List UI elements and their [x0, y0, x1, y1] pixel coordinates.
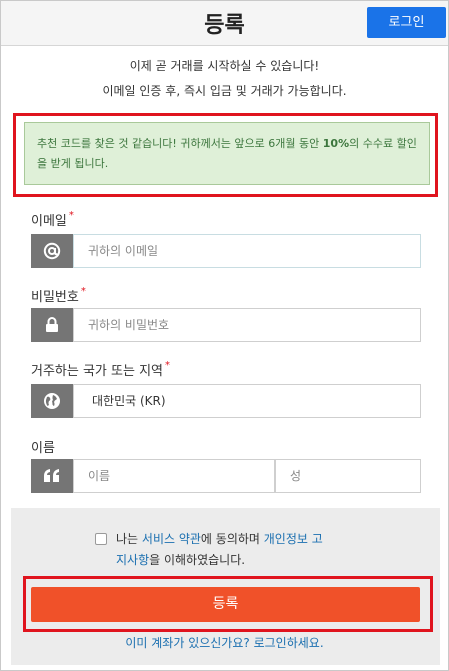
privacy-link[interactable]: 개인정보 고	[264, 532, 323, 546]
register-window: 등록 로그인 이제 곧 거래를 시작하실 수 있습니다! 이메일 인증 후, 즉…	[0, 0, 449, 671]
page-header: 등록 로그인	[1, 1, 448, 46]
globe-icon	[31, 384, 73, 418]
country-label: 거주하는 국가 또는 지역 *	[31, 360, 170, 379]
signin-link[interactable]: 이미 계좌가 있으신가요? 로그인하세요.	[1, 634, 448, 651]
privacy-link-continued[interactable]: 지사항	[116, 553, 149, 567]
register-button[interactable]: 등록	[31, 587, 420, 622]
lock-icon	[31, 308, 73, 342]
intro-subtext: 이메일 인증 후, 즉시 입금 및 거래가 가능합니다.	[102, 84, 347, 98]
agreement-text-line2: 지사항을 이해하였습니다.	[116, 553, 246, 567]
agreement-text-line1: 나는 서비스 약관에 동의하며 개인정보 고	[116, 532, 323, 546]
country-input-group: 대한민국 (KR)	[31, 384, 421, 418]
terms-checkbox[interactable]	[95, 533, 107, 545]
referral-alert: 추천 코드를 찾은 것 같습니다! 귀하께서는 앞으로 6개월 동안 10%의 …	[24, 122, 430, 185]
name-label: 이름	[31, 441, 55, 456]
email-field[interactable]: 귀하의 이메일	[73, 234, 421, 268]
email-input-group: 귀하의 이메일	[31, 234, 421, 268]
last-name-field[interactable]: 성	[275, 459, 421, 493]
email-label: 이메일 *	[31, 210, 74, 229]
required-marker: *	[68, 210, 74, 221]
country-select[interactable]: 대한민국 (KR)	[73, 384, 421, 418]
login-button[interactable]: 로그인	[367, 7, 446, 38]
quote-icon	[31, 459, 73, 493]
first-name-field[interactable]: 이름	[73, 459, 275, 493]
password-input-group: 귀하의 비밀번호	[31, 308, 421, 342]
at-sign-icon	[31, 234, 73, 268]
name-input-group: 이름 성	[31, 459, 421, 493]
referral-discount: 10%	[322, 137, 350, 150]
required-marker: *	[165, 360, 170, 371]
terms-link[interactable]: 서비스 약관	[142, 532, 201, 546]
required-marker: *	[80, 286, 86, 297]
password-label: 비밀번호 *	[31, 286, 86, 305]
password-field[interactable]: 귀하의 비밀번호	[73, 308, 421, 342]
intro-text: 이제 곧 거래를 시작하실 수 있습니다!	[129, 59, 320, 73]
referral-text-before: 추천 코드를 찾은 것 같습니다! 귀하께서는 앞으로 6개월 동안	[37, 137, 323, 150]
